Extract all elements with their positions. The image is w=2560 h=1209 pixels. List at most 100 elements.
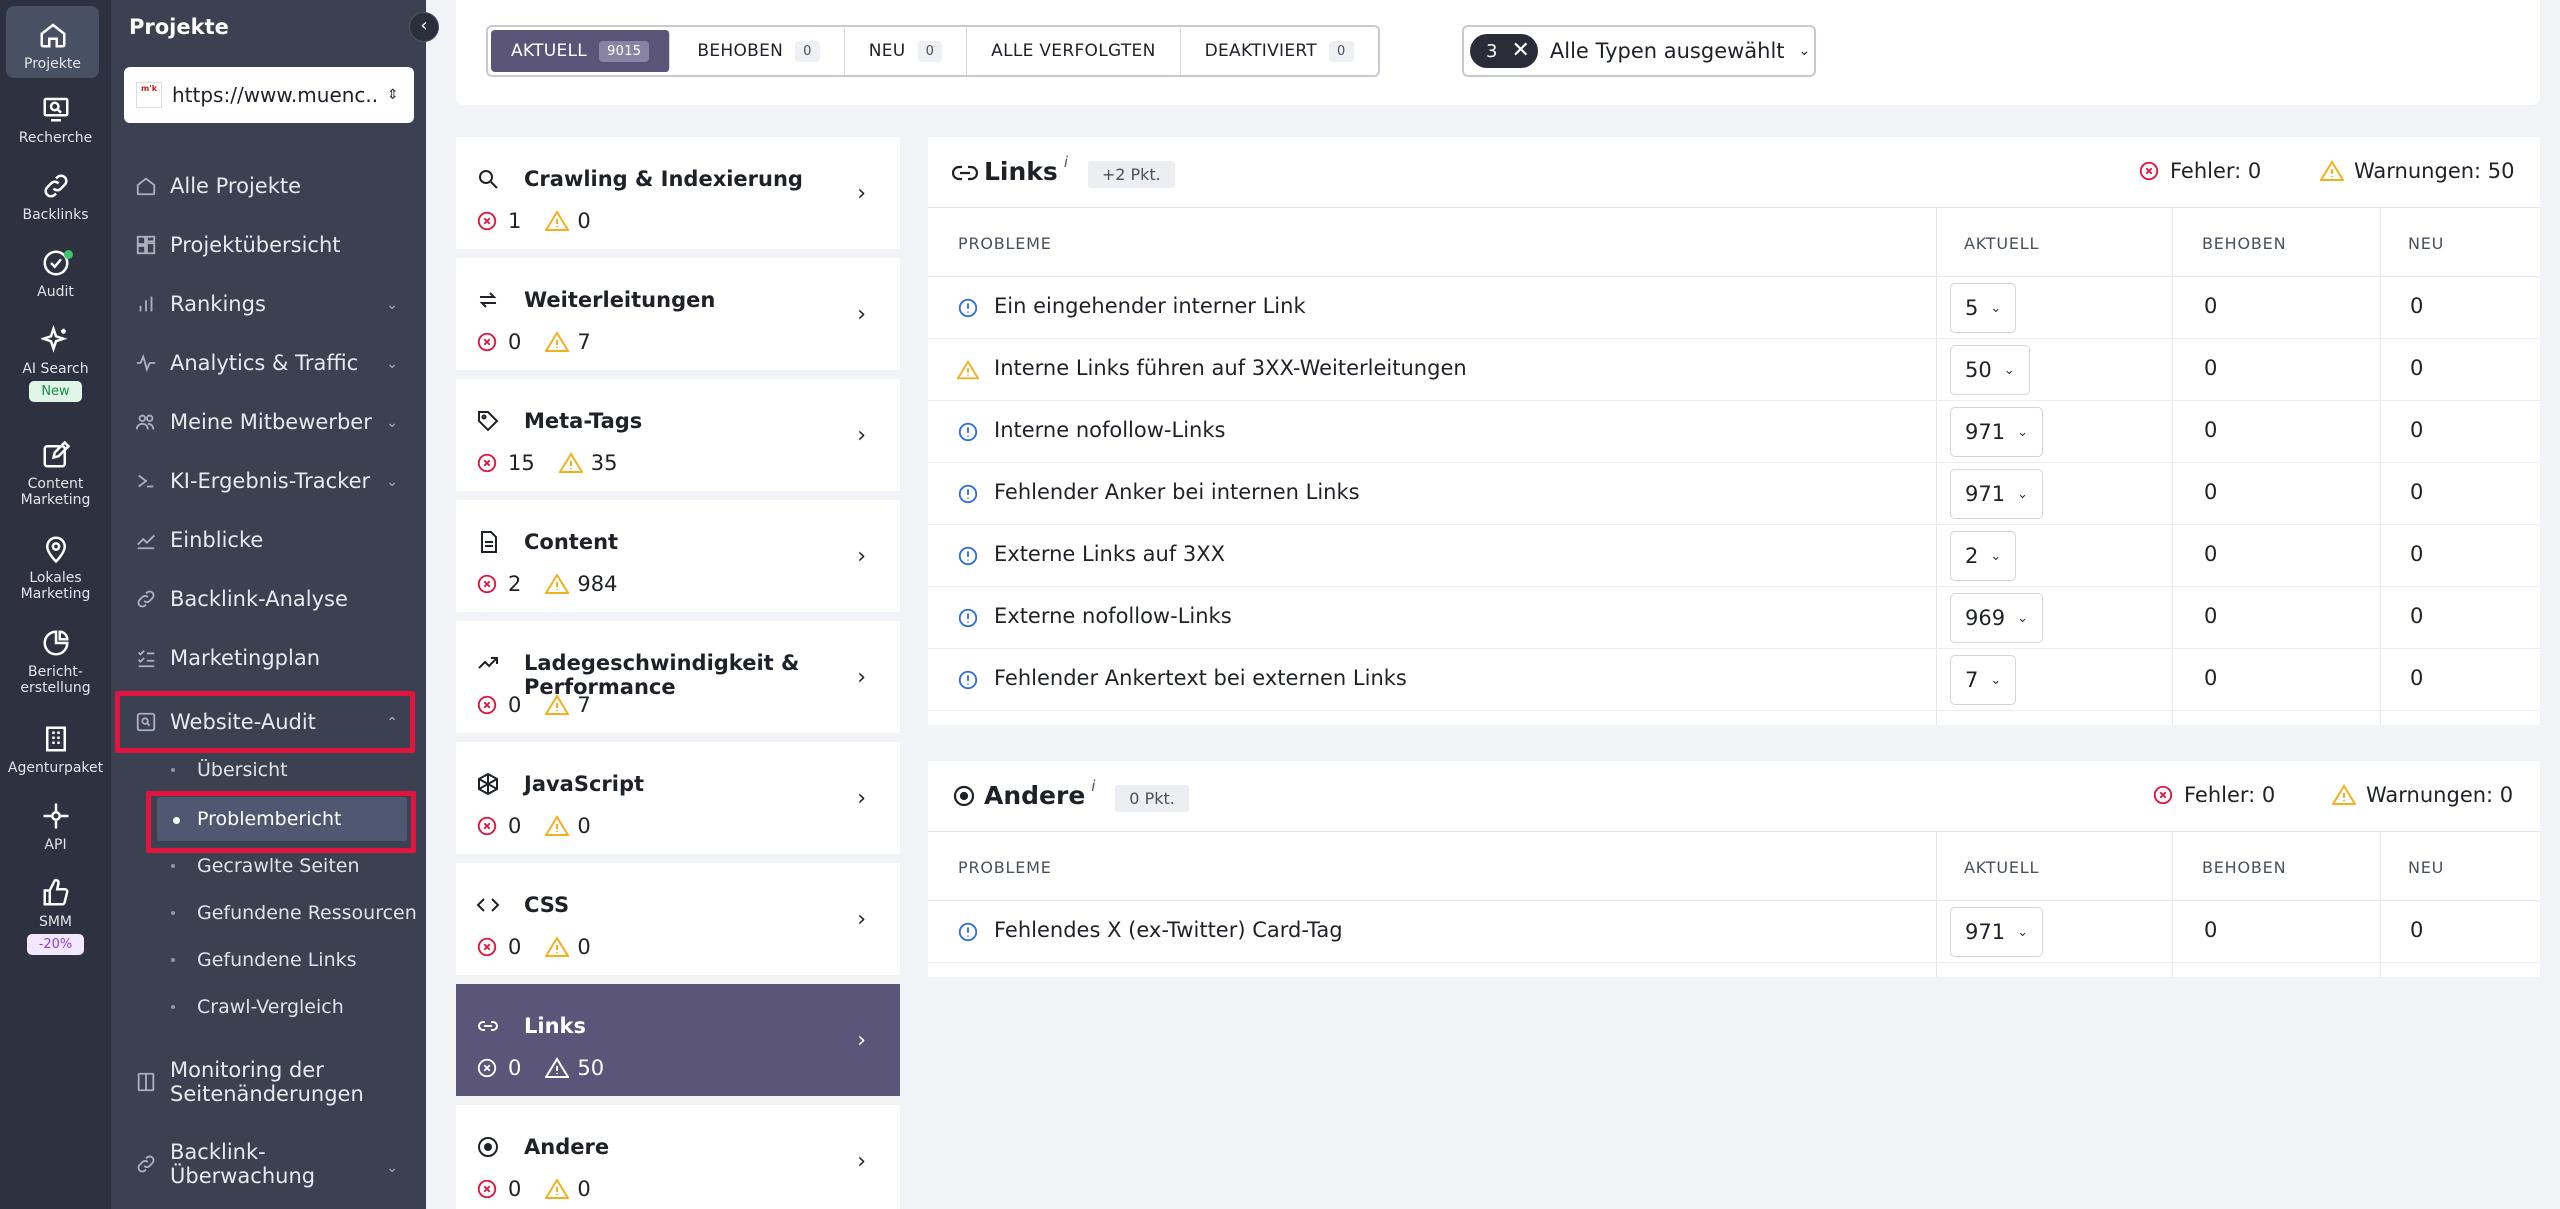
rail-audit[interactable]: Audit — [0, 248, 111, 300]
current-count-dropdown[interactable]: 971 ⌄ — [1950, 407, 2043, 457]
project-logo-text: m'k — [140, 84, 158, 93]
current-count-dropdown[interactable]: 971 ⌄ — [1950, 907, 2043, 957]
nav-label: Rankings — [170, 292, 266, 316]
new-count: 0 — [2410, 480, 2424, 504]
current-count-dropdown[interactable]: 2 ⌄ — [1950, 531, 2017, 581]
warning-icon — [558, 452, 583, 473]
nav-label: Projektübersicht — [170, 233, 341, 257]
info-icon[interactable]: i — [1091, 777, 1095, 795]
table-row[interactable]: Fehlendes X (ex-Twitter) Card-Tag 971 ⌄ 0 0 — [928, 901, 2540, 963]
nav-backlink-ueberwachung[interactable]: Backlink-Überwachung ⌄ — [111, 1132, 426, 1196]
chevron-down-icon: ⌄ — [386, 474, 398, 490]
table-row[interactable]: Interne nofollow-Links 971 ⌄ 0 0 — [928, 401, 2540, 463]
tab-aktuell[interactable]: AKTUELL 9015 — [491, 30, 671, 72]
problem-label[interactable]: Ein eingehender interner Link — [994, 294, 1306, 318]
sub-gefundene-ressourcen[interactable]: Gefundene Ressourcen — [111, 893, 426, 933]
project-selector[interactable]: m'k https://www.muenc... ⇕ — [124, 67, 414, 123]
nav-projektuebersicht[interactable]: Projektübersicht — [111, 220, 426, 270]
warning-count: 0 — [577, 209, 591, 233]
links-panel: Links i +2 Pkt. Fehler: 0 Warnungen: 50 … — [928, 137, 2540, 725]
nav-backlink-analyse[interactable]: Backlink-Analyse — [111, 574, 426, 624]
nav-einblicke[interactable]: Einblicke — [111, 515, 426, 565]
category-css[interactable]: CSS 0 0 › — [456, 863, 900, 975]
table-row[interactable]: Fehlender Anker bei internen Links 971 ⌄ 0 0 — [928, 463, 2540, 525]
rail-content-marketing[interactable]: Content Marketing — [0, 440, 111, 508]
tab-neu[interactable]: NEU 0 — [845, 27, 968, 75]
sub-problembericht[interactable]: Problembericht — [157, 797, 407, 841]
warning-count: 7 — [577, 693, 591, 717]
sub-label: Gefundene Links — [197, 949, 357, 971]
nav-analytics-traffic[interactable]: Analytics & Traffic ⌄ — [111, 338, 426, 388]
nav-mitbewerber[interactable]: Meine Mitbewerber ⌄ — [111, 397, 426, 447]
category-content[interactable]: Content 2 984 › — [456, 500, 900, 612]
info-circle-icon — [958, 608, 978, 628]
rail-agenturpaket[interactable]: Agenturpaket — [0, 724, 111, 776]
warning-count: 984 — [577, 572, 618, 596]
close-icon[interactable]: ✕ — [1511, 40, 1529, 62]
warning-icon — [545, 210, 570, 231]
rail-projekte[interactable]: Projekte — [6, 6, 99, 78]
table-row[interactable]: Externe Links auf 3XX 2 ⌄ 0 0 — [928, 525, 2540, 587]
monitor-icon — [137, 1072, 155, 1092]
sub-gecrawlte-seiten[interactable]: Gecrawlte Seiten — [111, 846, 426, 886]
warning-icon — [545, 331, 570, 352]
info-circle-icon — [958, 484, 978, 504]
problem-label[interactable]: Fehlender Anker bei internen Links — [994, 480, 1360, 504]
rail-berichterstellung[interactable]: Bericht-erstellung — [0, 628, 111, 696]
tab-behoben[interactable]: BEHOBEN 0 — [673, 27, 845, 75]
category-meta-tags[interactable]: Meta-Tags 15 35 › — [456, 379, 900, 491]
tab-alle-verfolgten[interactable]: ALLE VERFOLGTEN — [967, 27, 1181, 75]
tab-deaktiviert[interactable]: DEAKTIVIERT 0 — [1181, 27, 1378, 75]
info-icon[interactable]: i — [1064, 153, 1068, 171]
table-row[interactable]: Externe nofollow-Links 969 ⌄ 0 0 — [928, 587, 2540, 649]
nav-alle-projekte[interactable]: Alle Projekte — [111, 161, 426, 211]
category-crawling[interactable]: Crawling & Indexierung 1 0 › — [456, 137, 900, 249]
category-performance[interactable]: Ladegeschwindigkeit & Performance 0 7 › — [456, 621, 900, 733]
current-count-dropdown[interactable]: 5 ⌄ — [1950, 283, 2017, 333]
nav-label: Analytics & Traffic — [170, 351, 359, 375]
category-name: Links — [524, 1014, 586, 1038]
current-count-dropdown[interactable]: 969 ⌄ — [1950, 593, 2043, 643]
chevron-down-icon: ⌄ — [2017, 924, 2028, 940]
sub-gefundene-links[interactable]: Gefundene Links — [111, 940, 426, 980]
current-count-dropdown[interactable]: 7 ⌄ — [1950, 655, 2017, 705]
sub-uebersicht[interactable]: Übersicht — [111, 750, 426, 790]
table-row[interactable]: Fehlender Ankertext bei externen Links 7 ⌄… — [928, 649, 2540, 711]
nav-website-audit[interactable]: Website-Audit ⌃ — [111, 695, 426, 749]
problem-label[interactable]: Fehlendes X (ex-Twitter) Card-Tag — [994, 918, 1343, 942]
nav-marketingplan[interactable]: Marketingplan — [111, 633, 426, 683]
sub-label: Gefundene Ressourcen — [197, 902, 417, 924]
category-links[interactable]: Links 0 50 › — [456, 984, 900, 1096]
category-andere[interactable]: Andere 0 0 › — [456, 1105, 900, 1209]
rail-ai-search[interactable]: AI Search New — [0, 325, 111, 402]
type-filter-dropdown[interactable]: 3 ✕ Alle Typen ausgewählt ⌄ — [1462, 25, 1816, 77]
problem-label[interactable]: Externe nofollow-Links — [994, 604, 1232, 628]
project-sidebar: Projekte ‹ m'k https://www.muenc... ⇕ Al… — [111, 0, 439, 1209]
rail-smm[interactable]: SMM -20% — [0, 878, 111, 955]
collapse-sidebar-button[interactable]: ‹ — [409, 12, 439, 42]
category-weiterleitungen[interactable]: Weiterleitungen 0 7 › — [456, 258, 900, 370]
problem-label[interactable]: Fehlender Ankertext bei externen Links — [994, 666, 1407, 690]
new-count: 0 — [2410, 294, 2424, 318]
problem-label[interactable]: Interne Links führen auf 3XX-Weiterleitu… — [994, 356, 1467, 380]
problem-label[interactable]: Interne nofollow-Links — [994, 418, 1225, 442]
category-javascript[interactable]: JavaScript 0 0 › — [456, 742, 900, 854]
rail-api[interactable]: API — [0, 801, 111, 853]
rail-backlinks[interactable]: Backlinks — [0, 171, 111, 223]
nav-ki-ergebnis-tracker[interactable]: KI-Ergebnis-Tracker ⌄ — [111, 456, 426, 506]
sub-crawl-vergleich[interactable]: Crawl-Vergleich — [111, 987, 426, 1027]
current-count-dropdown[interactable]: 971 ⌄ — [1950, 469, 2043, 519]
chevron-right-icon: › — [857, 1149, 866, 1174]
pulse-icon — [136, 353, 156, 373]
nav-rankings[interactable]: Rankings ⌄ — [111, 279, 426, 329]
rail-lokales-marketing[interactable]: Lokales Marketing — [0, 534, 111, 602]
nav-monitoring-seitenaenderungen[interactable]: Monitoring der Seitenänderungen — [111, 1050, 426, 1114]
table-row[interactable]: Interne Links führen auf 3XX-Weiterleitu… — [928, 339, 2540, 401]
current-count-dropdown[interactable]: 50 ⌄ — [1950, 345, 2030, 395]
table-row[interactable]: Ein eingehender interner Link 5 ⌄ 0 0 — [928, 277, 2540, 339]
chevron-right-icon: › — [857, 302, 866, 327]
rail-recherche[interactable]: Recherche — [0, 94, 111, 146]
document-icon — [481, 531, 497, 553]
home-icon — [40, 23, 65, 48]
problem-label[interactable]: Externe Links auf 3XX — [994, 542, 1225, 566]
